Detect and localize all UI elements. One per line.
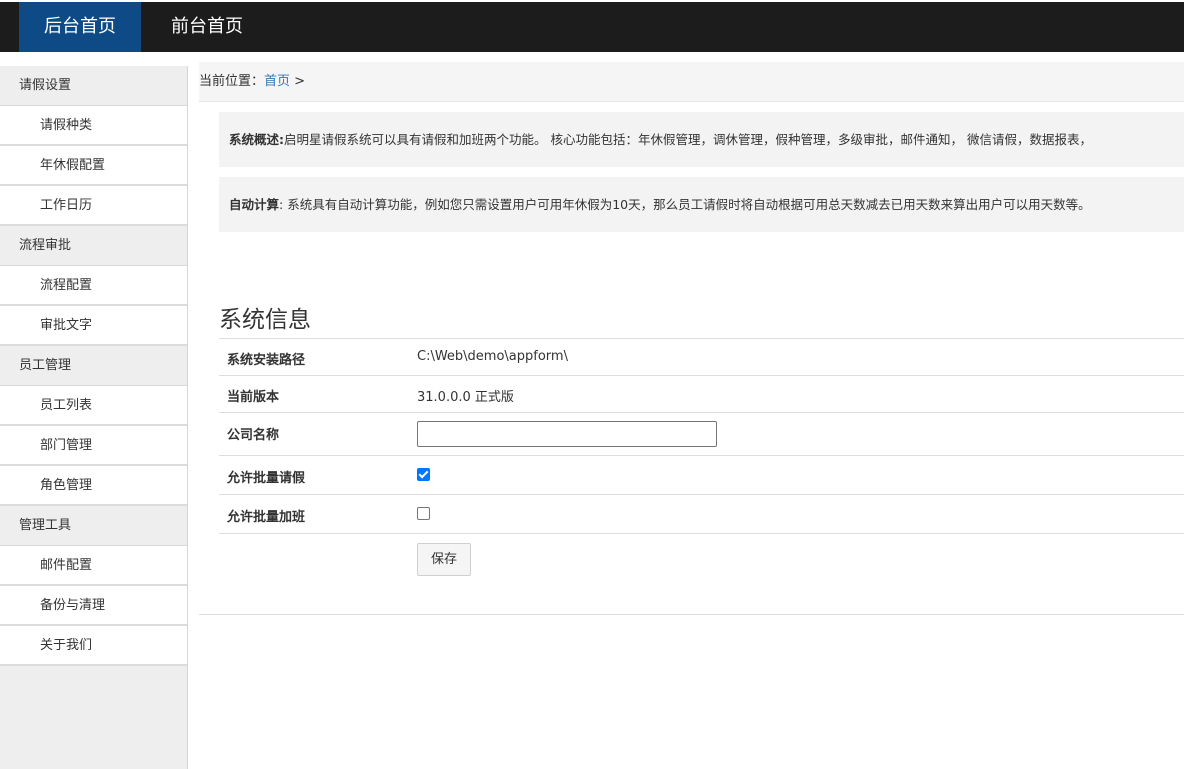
overview-label: 系统概述:	[229, 132, 284, 147]
batch-leave-checkbox[interactable]	[417, 468, 430, 481]
sidebar-item-annual-leave-config[interactable]: 年休假配置	[0, 146, 187, 186]
sidebar-item-leave-types[interactable]: 请假种类	[0, 106, 187, 146]
autocalc-label: 自动计算	[229, 197, 280, 212]
sidebar-item-workflow-config[interactable]: 流程配置	[0, 266, 187, 306]
section-title: 系统信息	[219, 307, 311, 333]
version-value: 31.0.0.0 正式版	[417, 390, 514, 405]
save-button[interactable]: 保存	[417, 543, 471, 576]
breadcrumb-home-link[interactable]: 首页	[264, 74, 290, 89]
sidebar-item-roles[interactable]: 角色管理	[0, 466, 187, 506]
sidebar: 请假设置 请假种类 年休假配置 工作日历 流程审批 流程配置 审批文字 员工管理…	[0, 66, 188, 769]
top-nav-bar: 后台首页 前台首页	[0, 2, 1184, 52]
sidebar-group-tools[interactable]: 管理工具	[0, 506, 187, 546]
batch-overtime-label: 允许批量加班	[227, 510, 306, 525]
table-row-batch-leave: 允许批量请假	[219, 456, 1184, 495]
divider	[199, 614, 1184, 615]
sidebar-item-work-calendar[interactable]: 工作日历	[0, 186, 187, 226]
breadcrumb-separator: >	[290, 74, 306, 89]
sidebar-item-about-us[interactable]: 关于我们	[0, 626, 187, 666]
install-path-value: C:\Web\demo\appform\	[417, 349, 568, 364]
main-content: 当前位置：首页 > 系统概述:启明星请假系统可以具有请假和加班两个功能。 核心功…	[199, 62, 1184, 615]
overview-text: 启明星请假系统可以具有请假和加班两个功能。 核心功能包括：年休假管理，调休管理，…	[284, 132, 1092, 147]
sidebar-item-mail-config[interactable]: 邮件配置	[0, 546, 187, 586]
table-row-install-path: 系统安装路径 C:\Web\demo\appform\	[219, 339, 1184, 376]
sidebar-item-backup-cleanup[interactable]: 备份与清理	[0, 586, 187, 626]
autocalc-text: : 系统具有自动计算功能，例如您只需设置用户可用年休假为10天，那么员工请假时将…	[279, 197, 1091, 212]
table-row-actions: 保存	[219, 534, 1184, 584]
company-name-input[interactable]	[417, 421, 717, 447]
breadcrumb: 当前位置：首页 >	[199, 62, 1184, 102]
overview-note: 系统概述:启明星请假系统可以具有请假和加班两个功能。 核心功能包括：年休假管理，…	[219, 112, 1184, 167]
table-row-company: 公司名称	[219, 413, 1184, 456]
sidebar-group-staff[interactable]: 员工管理	[0, 346, 187, 386]
tab-front-home[interactable]: 前台首页	[171, 2, 243, 52]
company-name-label: 公司名称	[227, 428, 280, 443]
batch-overtime-checkbox[interactable]	[417, 507, 430, 520]
batch-leave-label: 允许批量请假	[227, 471, 306, 486]
install-path-label: 系统安装路径	[227, 353, 306, 368]
autocalc-note: 自动计算: 系统具有自动计算功能，例如您只需设置用户可用年休假为10天，那么员工…	[219, 177, 1184, 232]
sidebar-group-leave-settings[interactable]: 请假设置	[0, 66, 187, 106]
sidebar-group-workflow[interactable]: 流程审批	[0, 226, 187, 266]
sidebar-item-staff-list[interactable]: 员工列表	[0, 386, 187, 426]
tab-admin-home[interactable]: 后台首页	[19, 2, 141, 52]
system-info-table: 系统安装路径 C:\Web\demo\appform\ 当前版本 31.0.0.…	[219, 338, 1184, 584]
table-row-version: 当前版本 31.0.0.0 正式版	[219, 376, 1184, 413]
sidebar-item-departments[interactable]: 部门管理	[0, 426, 187, 466]
table-row-batch-overtime: 允许批量加班	[219, 495, 1184, 534]
sidebar-item-approval-text[interactable]: 审批文字	[0, 306, 187, 346]
breadcrumb-prefix: 当前位置：	[199, 74, 265, 89]
version-label: 当前版本	[227, 390, 280, 405]
